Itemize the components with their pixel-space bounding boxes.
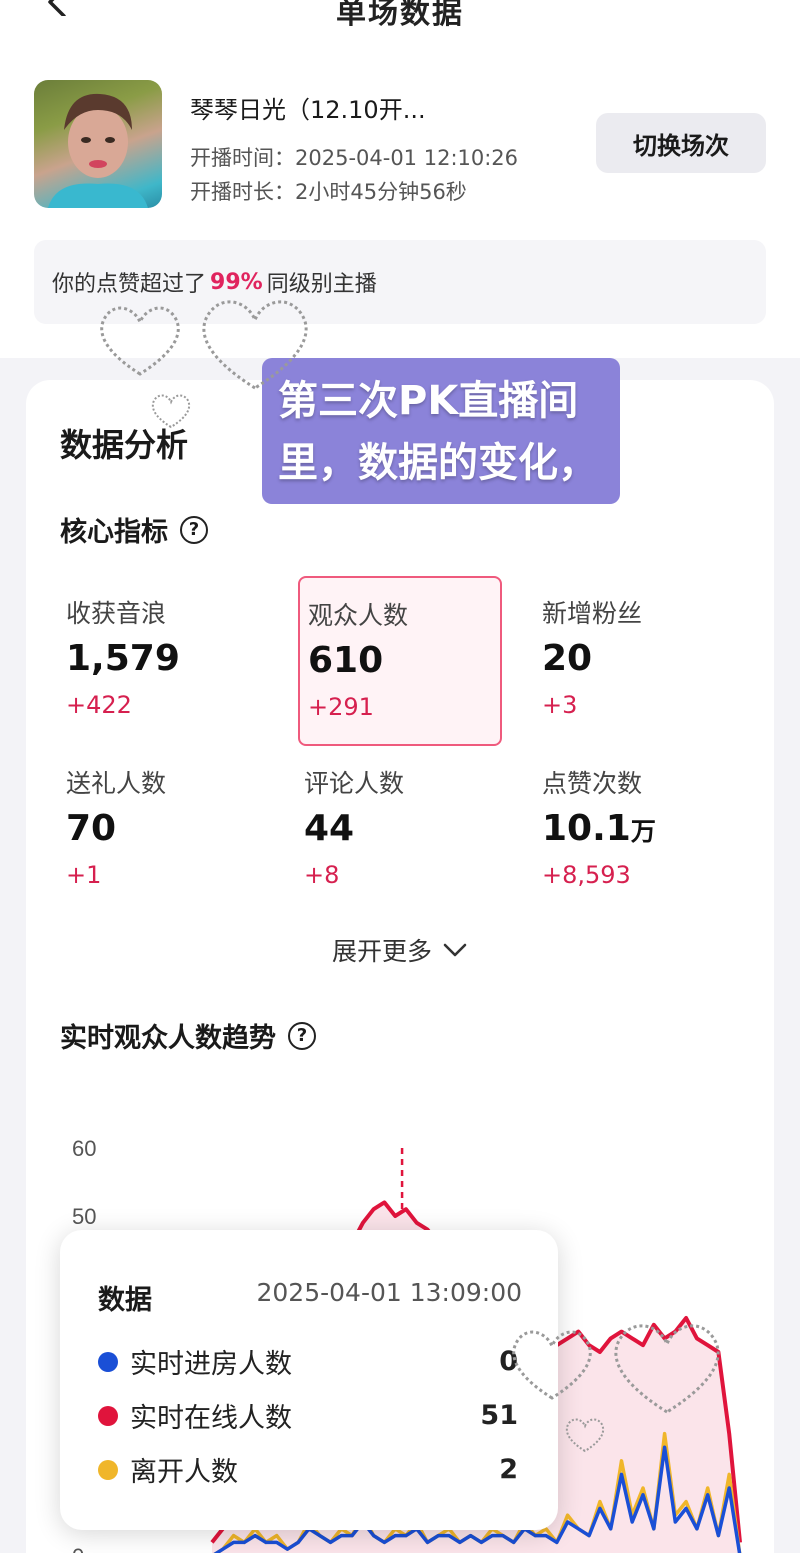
tooltip-row-entering: 实时进房人数 0 <box>98 1342 518 1381</box>
y-tick-label: 50 <box>72 1204 96 1229</box>
metric-delta: +8 <box>304 861 340 889</box>
likes-suffix: 同级别主播 <box>266 272 377 297</box>
legend-dot <box>98 1351 118 1372</box>
section-title: 数据分析 <box>60 426 189 464</box>
trend-title-label: 实时观众人数趋势 <box>60 1023 276 1054</box>
tooltip-row-value: 0 <box>499 1346 518 1377</box>
metric-delta: +291 <box>308 693 374 721</box>
likes-prefix: 你的点赞超过了 <box>52 272 207 297</box>
metric-gift-givers[interactable]: 送礼人数 70 +1 <box>58 746 262 916</box>
metric-label: 新增粉丝 <box>542 599 643 628</box>
stream-title: 琴琴日光（12.10开... <box>190 96 426 124</box>
expand-more-button[interactable]: 展开更多 <box>26 932 774 968</box>
trend-title: 实时观众人数趋势 ? <box>60 1016 316 1055</box>
tooltip-row-label: 离开人数 <box>130 1457 238 1488</box>
metric-new-fans[interactable]: 新增粉丝 20 +3 <box>534 576 738 746</box>
metric-commenters[interactable]: 评论人数 44 +8 <box>296 746 500 916</box>
core-metrics-title: 核心指标 ? <box>60 510 208 549</box>
metric-label: 评论人数 <box>304 769 405 798</box>
metric-viewers[interactable]: 观众人数 610 +291 <box>298 576 502 746</box>
switch-session-button[interactable]: 切换场次 <box>596 113 766 173</box>
page-title: 单场数据 <box>336 0 464 31</box>
metric-label: 观众人数 <box>308 601 409 630</box>
metric-sound-waves[interactable]: 收获音浪 1,579 +422 <box>58 576 262 746</box>
y-tick-label: 0 <box>72 1544 84 1553</box>
core-metrics-label: 核心指标 <box>60 517 168 548</box>
top-bar: 单场数据 <box>0 0 800 52</box>
metric-value: 20 <box>542 638 593 679</box>
start-time: 开播时间：2025-04-01 12:10:26 <box>190 146 519 170</box>
likes-rank-banner: 你的点赞超过了 99% 同级别主播 <box>34 240 766 324</box>
tooltip-row-label: 实时进房人数 <box>130 1349 292 1380</box>
metric-label: 送礼人数 <box>66 769 167 798</box>
help-icon[interactable]: ? <box>180 515 208 544</box>
metric-delta: +8,593 <box>542 861 631 889</box>
tooltip-row-leaving: 离开人数 2 <box>98 1450 518 1489</box>
metric-likes[interactable]: 点赞次数 10.1万 +8,593 <box>534 746 738 916</box>
stream-header: 琴琴日光（12.10开... 开播时间：2025-04-01 12:10:26 … <box>0 52 800 358</box>
metric-value: 1,579 <box>66 638 180 679</box>
tooltip-row-online: 实时在线人数 51 <box>98 1396 518 1435</box>
tooltip-title: 数据 <box>98 1285 152 1316</box>
tooltip-row-label: 实时在线人数 <box>130 1403 292 1434</box>
video-caption-overlay: 第三次PK直播间里，数据的变化， <box>262 358 620 504</box>
avatar[interactable] <box>34 80 162 208</box>
metric-delta: +422 <box>66 691 132 719</box>
chevron-down-icon <box>443 943 467 957</box>
expand-more-label: 展开更多 <box>331 937 432 966</box>
stream-duration: 开播时长：2小时45分钟56秒 <box>190 180 467 204</box>
metric-value: 44 <box>304 808 355 849</box>
legend-dot <box>98 1459 118 1480</box>
tooltip-row-value: 2 <box>499 1454 518 1485</box>
chart-tooltip: 数据 2025-04-01 13:09:00 实时进房人数 0 实时在线人数 5… <box>60 1230 558 1530</box>
legend-dot <box>98 1405 118 1426</box>
avatar-portrait-image <box>48 93 148 208</box>
help-icon[interactable]: ? <box>288 1021 316 1050</box>
metric-delta: +1 <box>66 861 102 889</box>
metric-value: 610 <box>308 640 384 681</box>
metric-delta: +3 <box>542 691 578 719</box>
tooltip-time: 2025-04-01 13:09:00 <box>256 1278 522 1307</box>
metric-label: 点赞次数 <box>542 769 643 798</box>
tooltip-row-value: 51 <box>480 1400 518 1431</box>
likes-percentage: 99% <box>210 269 263 295</box>
metric-value: 10.1万 <box>542 808 656 849</box>
y-tick-label: 60 <box>72 1136 96 1161</box>
metric-value: 70 <box>66 808 117 849</box>
metric-label: 收获音浪 <box>66 599 167 628</box>
